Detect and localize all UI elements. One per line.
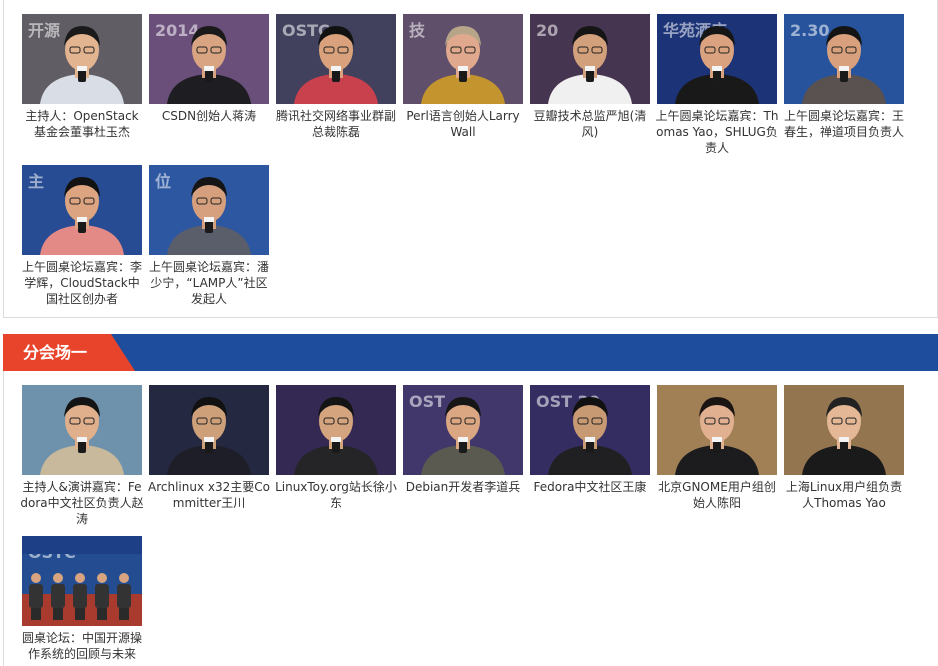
speaker-photo-image	[149, 385, 269, 475]
speaker-photo[interactable]: OST	[403, 385, 523, 475]
bottom-gallery-photo-card[interactable]: OST 20 Fedora中文社区王康	[530, 385, 650, 495]
speaker-photo-image: 技	[403, 14, 523, 104]
speaker-photo-image: 华苑酒店	[657, 14, 777, 104]
bottom-gallery-photo-card[interactable]: 上海Linux用户组负责人Thomas Yao	[784, 385, 904, 511]
speaker-photo[interactable]: 位	[149, 165, 269, 255]
svg-text:主: 主	[28, 172, 44, 191]
speaker-photo-image	[276, 385, 396, 475]
photo-caption[interactable]: 腾讯社交网络事业群副总裁陈磊	[274, 108, 398, 140]
section-header-bar: 分会场一	[3, 334, 938, 371]
photo-caption[interactable]: 豆瓣技术总监严旭(清风)	[528, 108, 652, 140]
photo-caption[interactable]: Perl语言创始人Larry Wall	[401, 108, 525, 140]
speaker-photo-image: 20	[530, 14, 650, 104]
speaker-photo[interactable]: 主	[22, 165, 142, 255]
speaker-photo-image: 主	[22, 165, 142, 255]
svg-text:位: 位	[155, 172, 171, 191]
photo-caption[interactable]: 上午圆桌论坛嘉宾：王春生，禅道项目负责人	[782, 108, 906, 140]
bottom-gallery-photo-card[interactable]: 北京GNOME用户组创始人陈阳	[657, 385, 777, 511]
top-gallery-photo-card[interactable]: 华苑酒店 上午圆桌论坛嘉宾：Thomas Yao，SHLUG负责人	[655, 14, 779, 156]
photo-caption[interactable]: 上海Linux用户组负责人Thomas Yao	[782, 479, 906, 511]
svg-text:OST: OST	[409, 392, 445, 411]
svg-text:2.30: 2.30	[790, 21, 829, 40]
top-gallery-photo-card[interactable]: 20 豆瓣技术总监严旭(清风)	[530, 14, 650, 140]
svg-text:20: 20	[536, 21, 558, 40]
photo-caption[interactable]: Debian开发者李道兵	[401, 479, 525, 495]
top-gallery-photo-card[interactable]: 技 Perl语言创始人Larry Wall	[403, 14, 523, 140]
speaker-photo[interactable]: 2.30	[784, 14, 904, 104]
speaker-photo[interactable]: 20	[530, 14, 650, 104]
speaker-photo[interactable]: OSTC	[22, 536, 142, 626]
bottom-gallery-photo-card[interactable]: OST Debian开发者李道兵	[403, 385, 523, 495]
section-gap	[0, 318, 938, 334]
bottom-gallery-photo-card[interactable]: 主持人&演讲嘉宾：Fedora中文社区负责人赵涛	[20, 385, 144, 527]
top-gallery-photo-card[interactable]: 2.30 上午圆桌论坛嘉宾：王春生，禅道项目负责人	[784, 14, 904, 140]
svg-text:2014: 2014	[155, 21, 200, 40]
photo-caption[interactable]: 上午圆桌论坛嘉宾：Thomas Yao，SHLUG负责人	[655, 108, 779, 156]
speaker-photo-image	[784, 385, 904, 475]
top-gallery-photo-card[interactable]: OSTC 腾讯社交网络事业群副总裁陈磊	[276, 14, 396, 140]
speaker-photo-image	[22, 385, 142, 475]
photo-caption[interactable]: 上午圆桌论坛嘉宾：潘少宁，“LAMP人”社区发起人	[147, 259, 271, 307]
top-gallery-photo-card[interactable]: 主上午圆桌论坛嘉宾：李学辉，CloudStack中国社区创办者	[22, 165, 142, 307]
photo-caption[interactable]: LinuxToy.org站长徐小东	[274, 479, 398, 511]
speaker-photo[interactable]: OST 20	[530, 385, 650, 475]
speaker-photo-image: OSTC	[276, 14, 396, 104]
photo-caption[interactable]: 主持人&演讲嘉宾：Fedora中文社区负责人赵涛	[20, 479, 144, 527]
speaker-photo[interactable]	[657, 385, 777, 475]
speaker-photo[interactable]: 2014	[149, 14, 269, 104]
speaker-photo[interactable]: OSTC	[276, 14, 396, 104]
speaker-photo-image: OST 20	[530, 385, 650, 475]
speaker-photo-image: OSTC	[22, 536, 142, 626]
photo-caption[interactable]: 主持人：OpenStack基金会董事杜玉杰	[20, 108, 144, 140]
bottom-gallery-photo-card[interactable]: Archlinux x32主要Committer王川	[147, 385, 271, 511]
speaker-photo[interactable]: 开源	[22, 14, 142, 104]
speaker-photo-image	[657, 385, 777, 475]
speaker-photo[interactable]	[22, 385, 142, 475]
top-gallery-photo-card[interactable]: 2014 CSDN创始人蒋涛	[149, 14, 269, 124]
speaker-photo-image: 2014	[149, 14, 269, 104]
speaker-photo[interactable]: 华苑酒店	[657, 14, 777, 104]
photo-caption[interactable]: Archlinux x32主要Committer王川	[147, 479, 271, 511]
bottom-gallery-photo-card[interactable]: OSTC 圆桌论坛：中国开源操作系统的回顾与未来	[22, 536, 142, 662]
speaker-photo-image: 开源	[22, 14, 142, 104]
photo-caption[interactable]: 北京GNOME用户组创始人陈阳	[655, 479, 779, 511]
svg-text:技: 技	[409, 21, 426, 40]
photo-caption[interactable]: 圆桌论坛：中国开源操作系统的回顾与未来	[20, 630, 144, 662]
speaker-photo[interactable]	[784, 385, 904, 475]
photo-caption[interactable]: CSDN创始人蒋涛	[147, 108, 271, 124]
speaker-photo[interactable]	[149, 385, 269, 475]
bottom-gallery-photo-card[interactable]: LinuxToy.org站长徐小东	[274, 385, 398, 511]
photo-caption[interactable]: 上午圆桌论坛嘉宾：李学辉，CloudStack中国社区创办者	[20, 259, 144, 307]
photo-caption[interactable]: Fedora中文社区王康	[528, 479, 652, 495]
svg-text:开源: 开源	[28, 21, 60, 40]
section-title: 分会场一	[23, 343, 88, 362]
speaker-photo[interactable]: 技	[403, 14, 523, 104]
top-gallery-photo-card[interactable]: 位上午圆桌论坛嘉宾：潘少宁，“LAMP人”社区发起人	[149, 165, 269, 307]
speaker-photo-image: 2.30	[784, 14, 904, 104]
speaker-photo[interactable]	[276, 385, 396, 475]
top-gallery-photo-card[interactable]: 开源主持人：OpenStack基金会董事杜玉杰	[22, 14, 142, 140]
speaker-photo-image: OST	[403, 385, 523, 475]
speaker-photo-image: 位	[149, 165, 269, 255]
